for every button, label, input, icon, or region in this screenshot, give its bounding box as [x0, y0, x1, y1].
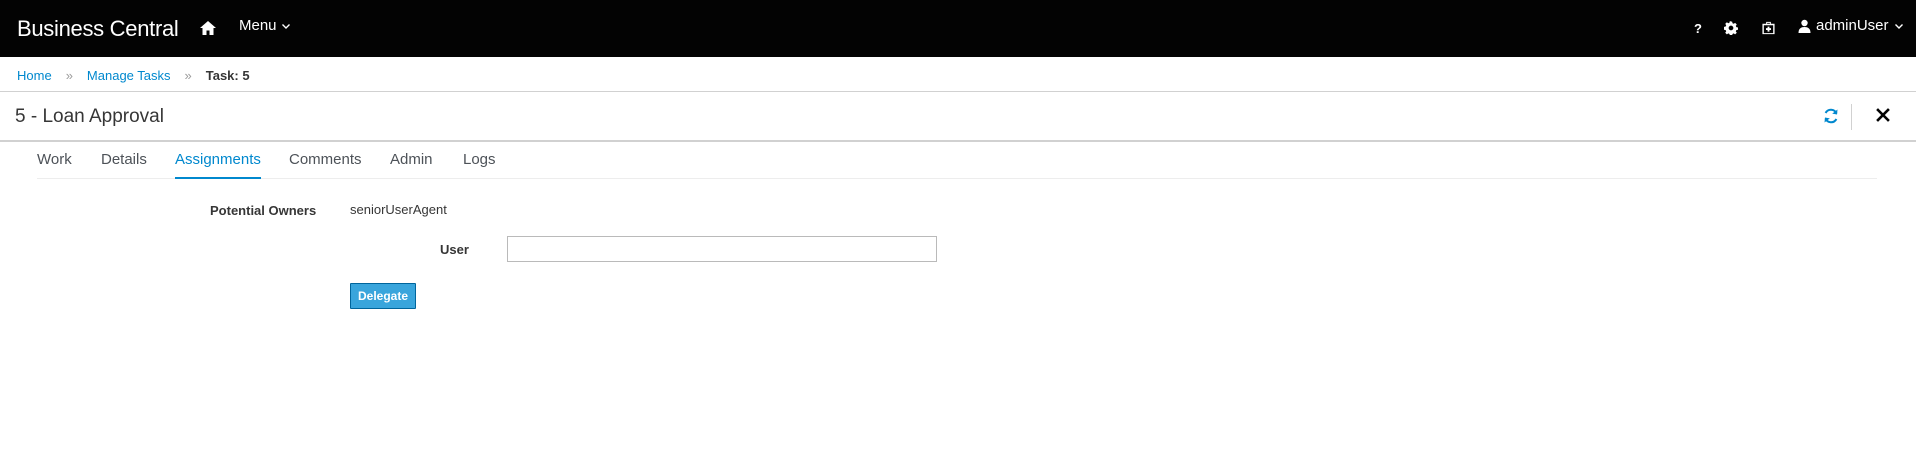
page-header: 5 - Loan Approval [0, 92, 1916, 142]
home-button[interactable] [198, 18, 218, 38]
tab-work[interactable]: Work [37, 151, 72, 177]
help-icon: ? [1694, 20, 1702, 36]
close-button[interactable] [1874, 106, 1892, 124]
tab-comments[interactable]: Comments [289, 151, 362, 177]
close-icon [1876, 108, 1890, 122]
breadcrumb-manage-tasks-link[interactable]: Manage Tasks [87, 68, 171, 83]
breadcrumb-separator: » [65, 68, 73, 83]
header-divider [1851, 104, 1852, 130]
apps-button[interactable] [1758, 18, 1778, 38]
delegate-button[interactable]: Delegate [350, 283, 416, 309]
breadcrumb-home-link[interactable]: Home [17, 68, 52, 83]
chevron-down-icon [281, 23, 290, 29]
settings-button[interactable] [1721, 18, 1741, 38]
brand-title[interactable]: Business Central [17, 16, 179, 42]
gear-icon [1724, 21, 1738, 35]
potential-owners-value: seniorUserAgent [350, 202, 447, 217]
breadcrumb-separator: » [184, 68, 192, 83]
menu-label: Menu [239, 17, 277, 34]
user-name: adminUser [1816, 17, 1889, 34]
task-tabs: Work Details Assignments Comments Admin … [37, 143, 1877, 179]
potential-owners-label: Potential Owners [210, 203, 317, 218]
user-icon [1798, 19, 1811, 33]
page-title: 5 - Loan Approval [15, 106, 164, 127]
tab-assignments[interactable]: Assignments [175, 151, 261, 179]
tab-details[interactable]: Details [101, 151, 147, 177]
briefcase-icon [1761, 21, 1775, 35]
help-button[interactable]: ? [1688, 18, 1708, 38]
top-navbar: Business Central Menu ? adminUser [0, 0, 1916, 57]
tab-logs[interactable]: Logs [463, 151, 496, 177]
menu-dropdown-button[interactable]: Menu [239, 17, 291, 34]
refresh-icon [1824, 108, 1838, 124]
chevron-down-icon [1894, 23, 1903, 29]
breadcrumb-current: Task: 5 [205, 68, 250, 83]
tab-admin[interactable]: Admin [390, 151, 433, 177]
home-icon [200, 21, 216, 35]
user-input[interactable] [507, 236, 937, 262]
refresh-button[interactable] [1822, 107, 1840, 125]
user-menu-button[interactable]: adminUser [1798, 17, 1904, 34]
breadcrumb: Home » Manage Tasks » Task: 5 [17, 68, 250, 83]
user-field-label: User [440, 242, 469, 257]
breadcrumb-bar: Home » Manage Tasks » Task: 5 [0, 57, 1916, 92]
